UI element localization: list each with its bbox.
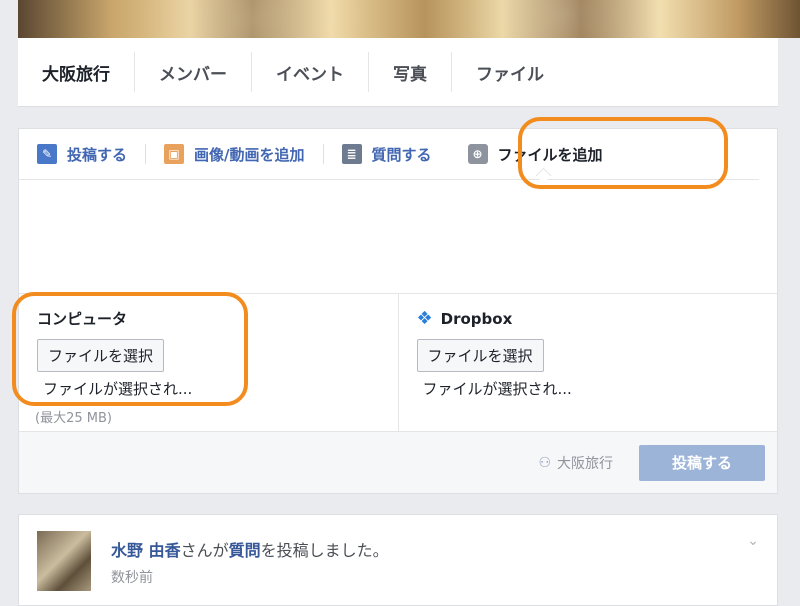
dropbox-choose-file-button[interactable]: ファイルを選択 <box>416 339 544 372</box>
composer-tab-label: 画像/動画を追加 <box>194 145 305 164</box>
story-text-end: を投稿しました。 <box>260 541 389 560</box>
dropbox-title-row: ❖ Dropbox <box>417 308 760 329</box>
chevron-down-icon[interactable]: ⌄ <box>747 533 759 549</box>
computer-choose-file-button[interactable]: ファイルを選択 <box>37 339 165 372</box>
nav-tab-files[interactable]: ファイル <box>452 52 568 92</box>
computer-file-status: ファイルが選択され... <box>43 380 193 398</box>
file-source-panels: コンピュータ ファイルを選択 ファイルが選択され... (最大25 MB) ❖ … <box>19 293 777 434</box>
divider <box>145 144 147 164</box>
divider <box>322 144 324 164</box>
computer-panel: コンピュータ ファイルを選択 ファイルが選択され... (最大25 MB) <box>19 294 398 434</box>
composer-tab-post[interactable]: ✎ 投稿する <box>37 144 127 165</box>
feed-story: 水野 由香さんが質問を投稿しました。 数秒前 ⌄ <box>18 514 778 606</box>
nav-tab-events[interactable]: イベント <box>252 52 369 92</box>
dropbox-panel: ❖ Dropbox ファイルを選択 ファイルが選択され... <box>397 294 778 434</box>
max-size-hint: (最大25 MB) <box>35 411 112 426</box>
nav-tab-osaka-trip[interactable]: 大阪旅行 <box>18 52 135 92</box>
composer-tab-add-file[interactable]: ⊕ ファイルを追加 <box>467 144 603 165</box>
audience-selector[interactable]: ⚇ 大阪旅行 <box>538 453 613 473</box>
computer-title: コンピュータ <box>37 310 128 328</box>
group-nav: 大阪旅行 メンバー イベント 写真 ファイル <box>18 38 778 107</box>
add-file-icon: ⊕ <box>467 144 488 164</box>
story-timestamp[interactable]: 数秒前 <box>111 567 153 587</box>
feed-story-text: 水野 由香さんが質問を投稿しました。 <box>111 537 389 561</box>
story-text-mid: さんが <box>180 541 229 560</box>
composer: ✎ 投稿する ▣ 画像/動画を追加 ≣ 質問する ⊕ ファイルを追加 コンピュー… <box>18 128 778 494</box>
avatar[interactable] <box>37 531 91 591</box>
composer-tab-label: ファイルを追加 <box>497 145 603 164</box>
composer-tab-label: 投稿する <box>67 145 128 164</box>
composer-tab-photo-video[interactable]: ▣ 画像/動画を追加 <box>164 144 305 165</box>
nav-tab-photos[interactable]: 写真 <box>369 52 452 92</box>
composer-footer: ⚇ 大阪旅行 投稿する <box>19 431 777 493</box>
pencil-icon: ✎ <box>37 144 57 164</box>
composer-tab-question[interactable]: ≣ 質問する <box>341 144 432 165</box>
dropbox-title: Dropbox <box>440 309 513 328</box>
group-cover-photo <box>18 0 800 38</box>
group-audience-icon: ⚇ <box>538 454 551 471</box>
composer-textarea[interactable] <box>37 181 759 291</box>
post-button[interactable]: 投稿する <box>639 444 765 481</box>
photo-icon: ▣ <box>164 144 185 164</box>
composer-tab-label: 質問する <box>371 145 432 164</box>
audience-label: 大阪旅行 <box>557 455 613 472</box>
question-list-icon: ≣ <box>341 144 362 164</box>
composer-tabs: ✎ 投稿する ▣ 画像/動画を追加 ≣ 質問する ⊕ ファイルを追加 <box>19 129 759 180</box>
nav-tab-members[interactable]: メンバー <box>135 52 252 92</box>
dropbox-icon: ❖ <box>416 308 433 329</box>
author-link[interactable]: 水野 由香 <box>111 541 181 560</box>
dropbox-file-status: ファイルが選択され... <box>422 380 572 398</box>
question-link[interactable]: 質問 <box>229 541 261 560</box>
